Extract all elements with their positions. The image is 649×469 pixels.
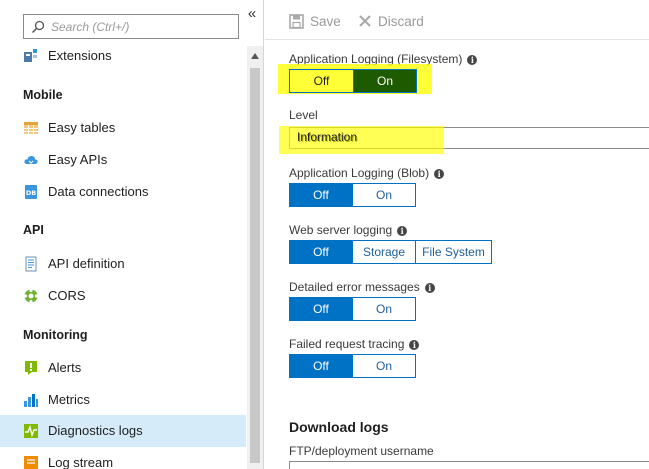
app-logging-blob-toggle[interactable]: Off On — [289, 183, 416, 207]
detailed-error-messages-toggle[interactable]: Off On — [289, 297, 416, 321]
ftp-username-label: FTP/deployment username — [289, 444, 434, 458]
info-icon[interactable]: i — [434, 169, 445, 179]
collapse-sidebar-button[interactable]: « — [244, 6, 260, 22]
failed-request-tracing-label: Failed request tracing i — [289, 337, 420, 351]
sidebar-item-label: Alerts — [48, 360, 82, 375]
ftp-username-field[interactable] — [289, 461, 649, 469]
search-icon — [31, 20, 45, 34]
sidebar-item-label: Metrics — [48, 392, 90, 407]
sidebar-item-label: API definition — [48, 256, 125, 271]
option-file-system[interactable]: File System — [415, 241, 491, 263]
log-stream-icon — [24, 456, 38, 469]
extensions-icon — [24, 49, 37, 62]
save-button[interactable]: Save — [289, 12, 341, 30]
sidebar-scrollbar[interactable] — [247, 46, 263, 469]
sidebar-item-diagnostics-logs[interactable]: Diagnostics logs — [0, 415, 246, 447]
sidebar-item-alerts[interactable]: Alerts — [0, 352, 246, 384]
svg-text:DB: DB — [26, 189, 36, 197]
sidebar-item-easy-apis[interactable]: Easy APIs — [0, 144, 246, 176]
info-icon[interactable]: i — [397, 226, 408, 236]
diagnostics-icon — [24, 424, 38, 438]
sidebar-item-easy-tables[interactable]: Easy tables — [0, 112, 246, 144]
search-box[interactable] — [23, 14, 239, 39]
bar-chart-icon — [24, 394, 38, 407]
field-label-text: Detailed error messages — [289, 280, 420, 294]
option-on[interactable]: On — [352, 355, 415, 377]
close-icon — [359, 15, 371, 27]
section-heading-mobile: Mobile — [23, 88, 63, 102]
failed-request-tracing-toggle[interactable]: Off On — [289, 354, 416, 378]
sidebar-item-label: Diagnostics logs — [48, 423, 143, 438]
sidebar-item-metrics[interactable]: Metrics — [0, 384, 246, 416]
option-storage[interactable]: Storage — [352, 241, 415, 263]
sidebar-item-log-stream[interactable]: Log stream — [0, 447, 246, 469]
app-logging-filesystem-toggle[interactable]: Off On — [289, 69, 417, 93]
option-on[interactable]: On — [352, 298, 415, 320]
cloud-icon — [24, 156, 38, 164]
cors-icon — [23, 288, 39, 304]
sidebar-item-label: Extensions — [48, 48, 112, 63]
sidebar-item-label: Log stream — [48, 455, 114, 469]
sidebar-item-api-definition[interactable]: API definition — [0, 248, 246, 280]
web-server-logging-toggle[interactable]: Off Storage File System — [289, 240, 492, 264]
sidebar-item-label: Data connections — [48, 184, 149, 199]
info-icon[interactable]: i — [467, 55, 478, 65]
save-label: Save — [310, 13, 341, 29]
main-panel: Save Discard Application Logging (Filesy… — [265, 0, 649, 469]
table-icon — [24, 122, 38, 134]
section-heading-monitoring: Monitoring — [23, 328, 88, 342]
sidebar-item-data-connections[interactable]: DB Data connections — [0, 176, 246, 208]
database-icon: DB — [25, 185, 37, 199]
scroll-thumb[interactable] — [250, 68, 260, 463]
sidebar-item-cors[interactable]: CORS — [0, 280, 246, 312]
document-icon — [25, 256, 37, 272]
field-label-text: Failed request tracing — [289, 337, 405, 351]
search-input[interactable] — [51, 17, 236, 36]
detailed-error-messages-label: Detailed error messages i — [289, 280, 435, 294]
discard-label: Discard — [378, 13, 424, 29]
save-icon — [289, 13, 304, 29]
app-logging-blob-label: Application Logging (Blob) i — [289, 166, 445, 180]
option-off[interactable]: Off — [290, 298, 352, 320]
download-logs-heading: Download logs — [289, 419, 389, 435]
sidebar: « Extensions Mobile Easy tables — [0, 0, 264, 469]
toolbar: Save Discard — [265, 0, 649, 40]
option-on[interactable]: On — [353, 70, 416, 92]
discard-button[interactable]: Discard — [358, 12, 424, 30]
option-off[interactable]: Off — [290, 184, 352, 206]
field-label-text: Web server logging — [289, 223, 393, 237]
scroll-up-arrow-icon[interactable] — [251, 53, 259, 59]
level-label: Level — [289, 108, 318, 122]
sidebar-item-label: Easy APIs — [48, 152, 108, 167]
level-select-value: Information — [297, 130, 358, 144]
web-server-logging-label: Web server logging i — [289, 223, 408, 237]
sidebar-item-label: CORS — [48, 288, 86, 303]
sidebar-item-label: Easy tables — [48, 120, 116, 135]
option-off[interactable]: Off — [290, 355, 352, 377]
info-icon[interactable]: i — [409, 340, 420, 350]
option-off[interactable]: Off — [290, 241, 352, 263]
sidebar-item-extensions[interactable]: Extensions — [0, 40, 246, 72]
option-on[interactable]: On — [352, 184, 415, 206]
field-label-text: Application Logging (Blob) — [289, 166, 430, 180]
info-icon[interactable]: i — [424, 283, 435, 293]
option-off[interactable]: Off — [290, 70, 353, 92]
alert-icon — [25, 361, 37, 375]
section-heading-api: API — [23, 223, 44, 237]
